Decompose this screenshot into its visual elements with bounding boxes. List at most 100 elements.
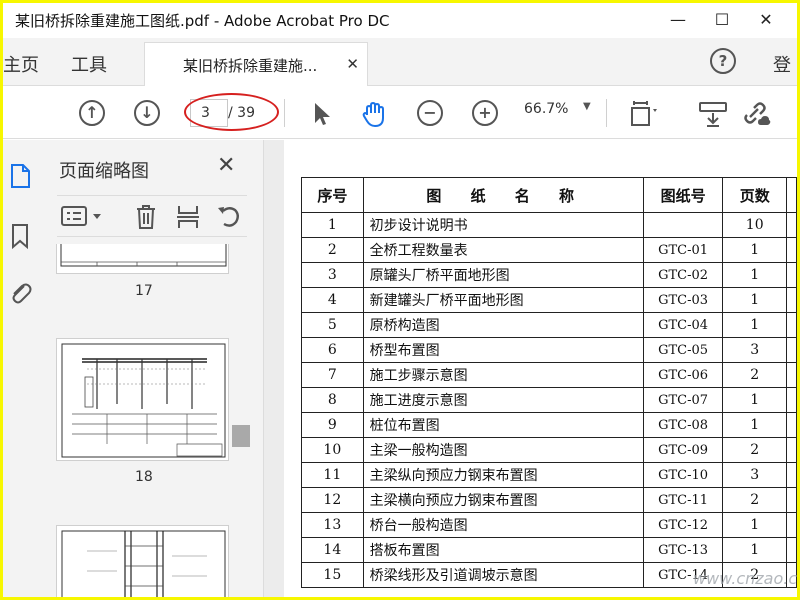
table-row: 5 原桥构造图 GTC-04 1 xyxy=(301,312,797,338)
row-number: 8 xyxy=(301,387,364,413)
row-pages: 3 xyxy=(722,337,788,363)
panel-title: 页面缩略图 xyxy=(59,161,149,182)
zoom-out-icon[interactable]: − xyxy=(417,100,443,126)
row-pages: 2 xyxy=(722,437,788,463)
prev-page-icon[interactable]: ↑ xyxy=(79,100,105,126)
row-drawing-name: 新建罐头厂桥平面地形图 xyxy=(362,287,644,313)
thumbnail-page-number: 17 xyxy=(135,283,153,299)
row-drawing-name: 主梁纵向预应力钢束布置图 xyxy=(362,462,644,488)
table-row: 4 新建罐头厂桥平面地形图 GTC-03 1 xyxy=(301,287,797,313)
insert-page-icon[interactable] xyxy=(175,203,201,231)
row-number: 5 xyxy=(301,312,364,338)
row-number: 11 xyxy=(301,462,364,488)
document-gutter xyxy=(264,140,284,597)
tab-document[interactable]: 某旧桥拆除重建施... ✕ xyxy=(144,42,368,86)
row-extra xyxy=(786,512,797,538)
row-drawing-code: GTC-11 xyxy=(642,487,724,513)
table-header-row: 序号 图 纸 名 称 图纸号 页数 xyxy=(301,177,797,213)
row-number: 13 xyxy=(301,512,364,538)
row-pages: 1 xyxy=(722,312,788,338)
window-title: 某旧桥拆除重建施工图纸.pdf - Adobe Acrobat Pro DC xyxy=(15,12,390,30)
row-number: 14 xyxy=(301,537,364,563)
watermark: www.cnzao.com xyxy=(693,569,797,588)
row-drawing-code: GTC-10 xyxy=(642,462,724,488)
row-number: 10 xyxy=(301,437,364,463)
help-icon[interactable]: ? xyxy=(710,48,736,74)
zoom-dropdown-icon[interactable]: ▼ xyxy=(583,101,591,112)
row-drawing-name: 桩位布置图 xyxy=(362,412,644,438)
page-thumbnails-icon[interactable] xyxy=(7,162,33,190)
row-pages: 10 xyxy=(722,212,788,238)
row-drawing-code: GTC-07 xyxy=(642,387,724,413)
acrobat-window: 某旧桥拆除重建施工图纸.pdf - Adobe Acrobat Pro DC —… xyxy=(3,3,797,597)
bookmarks-icon[interactable] xyxy=(7,222,33,250)
panel-scrollbar[interactable] xyxy=(232,425,250,447)
row-extra xyxy=(786,212,797,238)
table-row: 3 原罐头厂桥平面地形图 GTC-02 1 xyxy=(301,262,797,288)
next-page-icon[interactable]: ↓ xyxy=(134,100,160,126)
row-pages: 1 xyxy=(722,412,788,438)
zoom-in-icon[interactable]: + xyxy=(472,100,498,126)
delete-page-icon[interactable] xyxy=(133,203,159,231)
document-view[interactable]: 序号 图 纸 名 称 图纸号 页数 1 初步设计说明书 10 2 全桥工程数量表 GTC-… xyxy=(264,140,797,597)
row-pages: 1 xyxy=(722,262,788,288)
page-thumbnail[interactable] xyxy=(56,525,229,597)
table-row: 7 施工步骤示意图 GTC-06 2 xyxy=(301,362,797,388)
tab-close-icon[interactable]: ✕ xyxy=(346,55,359,73)
row-number: 7 xyxy=(301,362,364,388)
red-annotation-ellipse xyxy=(184,93,279,131)
tab-document-label: 某旧桥拆除重建施... xyxy=(183,57,318,75)
row-drawing-name: 桥梁线形及引道调坡示意图 xyxy=(362,562,644,588)
row-drawing-code: GTC-03 xyxy=(642,287,724,313)
row-drawing-name: 主梁一般构造图 xyxy=(362,437,644,463)
header-extra xyxy=(786,177,797,213)
attachments-icon[interactable] xyxy=(7,278,33,306)
options-menu-icon[interactable] xyxy=(61,204,105,228)
row-extra xyxy=(786,462,797,488)
header-pages: 页数 xyxy=(722,177,788,213)
read-mode-icon[interactable] xyxy=(698,99,728,129)
row-pages: 2 xyxy=(722,487,788,513)
row-extra xyxy=(786,487,797,513)
tab-tools[interactable]: 工具 xyxy=(71,51,107,77)
row-pages: 3 xyxy=(722,462,788,488)
rotate-page-icon[interactable] xyxy=(215,203,243,231)
thumbnail-drawing xyxy=(61,530,226,597)
toolbar: ↑ ↓ 3 / 39 − + 66.7% ▼ xyxy=(3,87,797,139)
row-extra xyxy=(786,412,797,438)
page-thumbnail[interactable] xyxy=(56,244,229,274)
row-extra xyxy=(786,387,797,413)
page-fit-icon[interactable] xyxy=(628,99,658,129)
row-drawing-code: GTC-01 xyxy=(642,237,724,263)
header-number: 序号 xyxy=(301,177,364,213)
close-window-button[interactable]: ✕ xyxy=(749,7,783,33)
row-extra xyxy=(786,537,797,563)
row-pages: 1 xyxy=(722,537,788,563)
row-drawing-name: 原罐头厂桥平面地形图 xyxy=(362,262,644,288)
panel-toolbar xyxy=(57,195,247,237)
maximize-button[interactable]: ☐ xyxy=(705,7,739,33)
share-link-icon[interactable] xyxy=(742,99,772,129)
select-cursor-icon[interactable] xyxy=(306,99,336,129)
panel-close-icon[interactable]: ✕ xyxy=(217,153,235,178)
hand-tool-icon[interactable] xyxy=(359,99,389,129)
row-drawing-code: GTC-13 xyxy=(642,537,724,563)
table-row: 14 搭板布置图 GTC-13 1 xyxy=(301,537,797,563)
row-drawing-name: 全桥工程数量表 xyxy=(362,237,644,263)
thumbnail-page-number: 18 xyxy=(135,469,153,485)
row-extra xyxy=(786,312,797,338)
row-drawing-name: 搭板布置图 xyxy=(362,537,644,563)
table-row: 10 主梁一般构造图 GTC-09 2 xyxy=(301,437,797,463)
row-number: 12 xyxy=(301,487,364,513)
row-extra xyxy=(786,237,797,263)
row-extra xyxy=(786,337,797,363)
minimize-button[interactable]: — xyxy=(661,7,695,33)
row-number: 9 xyxy=(301,412,364,438)
table-row: 11 主梁纵向预应力钢束布置图 GTC-10 3 xyxy=(301,462,797,488)
row-number: 3 xyxy=(301,262,364,288)
login-link[interactable]: 登 xyxy=(773,51,791,77)
page-thumbnail[interactable] xyxy=(56,338,229,461)
tab-home[interactable]: 主页 xyxy=(3,51,39,77)
zoom-level[interactable]: 66.7% xyxy=(524,101,568,117)
header-drawing-code: 图纸号 xyxy=(642,177,724,213)
